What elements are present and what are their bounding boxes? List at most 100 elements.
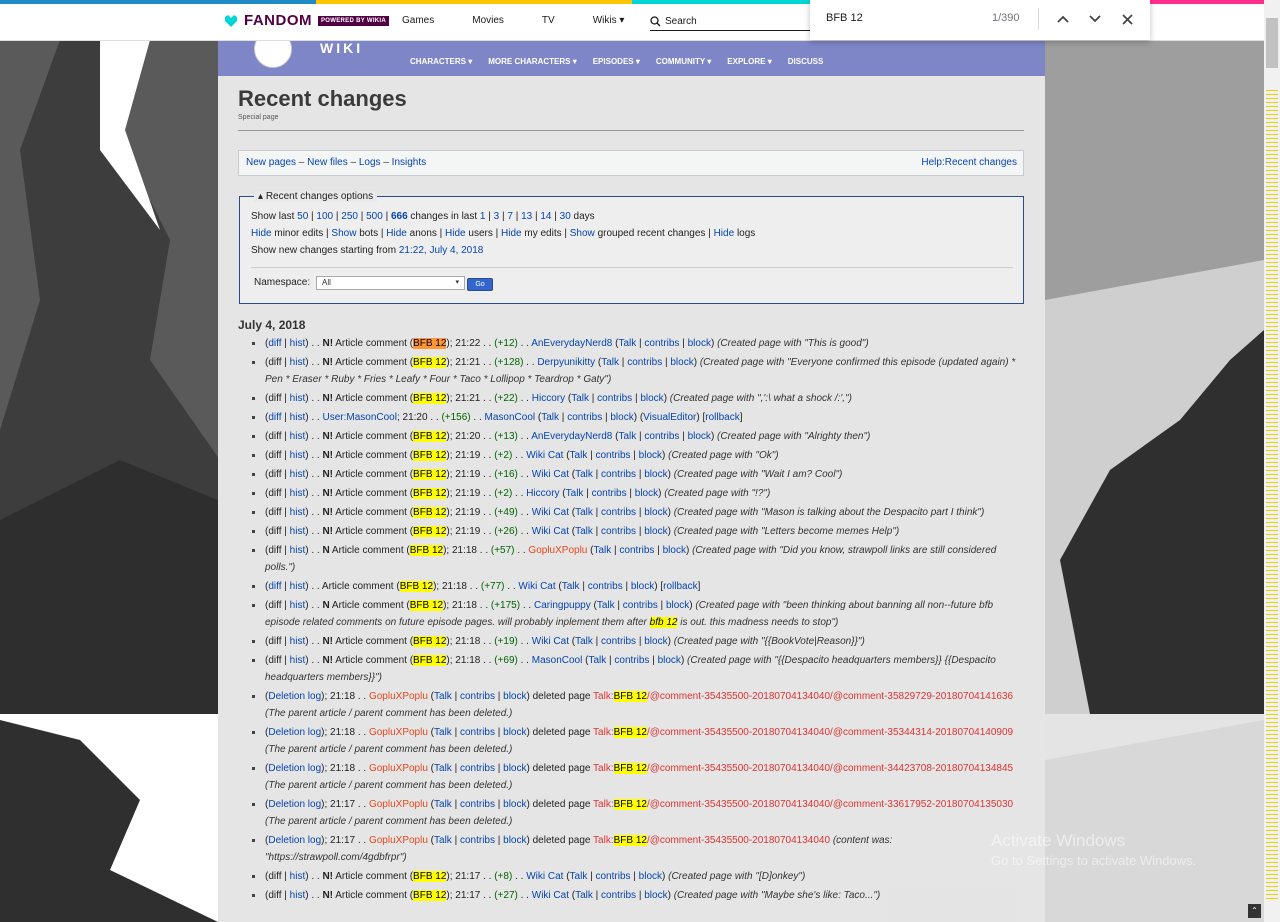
page-subtitle: Special page — [238, 114, 279, 121]
user-link[interactable]: MasonCool — [485, 412, 536, 423]
nav-games[interactable]: Games — [402, 15, 434, 26]
global-search-input[interactable]: Search — [650, 13, 820, 31]
list-item: (diff | hist) . . N! Article comment (BF… — [246, 504, 1026, 521]
days-7[interactable]: 7 — [507, 211, 513, 222]
diff-link[interactable]: diff — [268, 338, 281, 349]
user-link[interactable]: Hiccory — [532, 393, 565, 404]
wiki-nav-explore[interactable]: EXPLORE ▾ — [727, 57, 771, 66]
user-link[interactable]: Wiki Cat — [532, 636, 569, 647]
user-link[interactable]: Derpyunikitty — [537, 357, 595, 368]
fandom-heart-icon — [225, 14, 237, 27]
day-heading: July 4, 2018 — [238, 318, 306, 332]
limit-250[interactable]: 250 — [341, 211, 358, 222]
user-link[interactable]: Wiki Cat — [518, 581, 555, 592]
contribs-link[interactable]: contribs — [627, 357, 662, 368]
wiki-nav-characters[interactable]: CHARACTERS ▾ — [410, 57, 472, 66]
starting-from-link[interactable]: 21:22, July 4, 2018 — [399, 245, 484, 256]
fandom-logo[interactable]: FANDOM POWERED BY WIKIA — [224, 12, 390, 29]
wiki-nav-discuss[interactable]: DISCUSS — [788, 57, 824, 66]
hist-link[interactable]: hist — [290, 357, 306, 368]
toggle-my-edits[interactable]: Hide — [501, 228, 522, 239]
namespace-select[interactable]: All ▾ — [316, 276, 465, 290]
windows-activation-watermark: Activate Windows Go to Settings to activ… — [991, 831, 1196, 868]
wiki-nav-more-characters[interactable]: MORE CHARACTERS ▾ — [488, 57, 576, 66]
user-link[interactable]: MasonCool — [532, 655, 583, 666]
talk-link[interactable]: Talk — [601, 357, 619, 368]
limit-100[interactable]: 100 — [316, 211, 333, 222]
nav-wikis-dropdown[interactable]: Wikis ▾ — [593, 15, 625, 26]
user-link[interactable]: Wiki Cat — [532, 469, 569, 480]
namespace-go-button[interactable]: Go — [467, 278, 493, 291]
nav-tv[interactable]: TV — [542, 15, 555, 26]
toggle-bots[interactable]: Show — [331, 228, 356, 239]
page-link[interactable]: User:MasonCool — [322, 412, 396, 423]
user-link[interactable]: Wiki Cat — [526, 450, 563, 461]
options-limit-row: Show last 50 | 100 | 250 | 500 | 666 cha… — [251, 211, 595, 222]
wiki-nav-community[interactable]: COMMUNITY ▾ — [656, 57, 711, 66]
wiki-header: WIKI CHARACTERS ▾ MORE CHARACTERS ▾ EPIS… — [218, 30, 1045, 76]
link-insights[interactable]: Insights — [392, 157, 426, 168]
link-new-files[interactable]: New files — [307, 157, 348, 168]
days-13[interactable]: 13 — [521, 211, 532, 222]
link-new-pages[interactable]: New pages — [246, 157, 296, 168]
user-link[interactable]: Wiki Cat — [532, 507, 569, 518]
toggle-grouped[interactable]: Show — [570, 228, 595, 239]
fandom-wordmark: FANDOM — [244, 12, 312, 29]
link-logs[interactable]: Logs — [359, 157, 381, 168]
find-next-button[interactable] — [1086, 10, 1104, 28]
hist-link[interactable]: hist — [290, 393, 306, 404]
toggle-users[interactable]: Hide — [445, 228, 466, 239]
wiki-wordmark[interactable]: WIKI — [320, 40, 363, 56]
recent-changes-options: ▴ Recent changes options Show last 50 | … — [239, 191, 1024, 304]
toggle-anons[interactable]: Hide — [386, 228, 407, 239]
user-link[interactable]: AnEverydayNerd8 — [531, 338, 612, 349]
list-item: (diff | hist) . . User:MasonCool; 21:20 … — [246, 409, 1026, 426]
powered-by-wikia: POWERED BY WIKIA — [318, 15, 390, 26]
changes-list: (diff | hist) . . N! Article comment (BF… — [246, 335, 1026, 906]
block-link[interactable]: block — [688, 338, 711, 349]
user-link[interactable]: AnEverydayNerd8 — [531, 431, 612, 442]
days-3[interactable]: 3 — [494, 211, 500, 222]
user-link[interactable]: Wiki Cat — [526, 871, 563, 882]
list-item: (diff | hist) . . N! Article comment (BF… — [246, 447, 1026, 464]
talk-link[interactable]: Talk — [618, 338, 636, 349]
options-legend[interactable]: ▴ Recent changes options — [254, 191, 378, 202]
toggle-minor[interactable]: Hide — [251, 228, 272, 239]
find-match-markers — [1266, 90, 1278, 900]
toggle-logs[interactable]: Hide — [714, 228, 735, 239]
block-link[interactable]: block — [670, 357, 693, 368]
wiki-nav-episodes[interactable]: EPISODES ▾ — [593, 57, 640, 66]
days-1[interactable]: 1 — [480, 211, 486, 222]
scrollbar-thumb[interactable] — [1266, 18, 1278, 68]
link-help[interactable]: Help:Recent changes — [921, 157, 1017, 168]
user-link[interactable]: GopluXPoplu — [528, 545, 587, 556]
page-scrollbar[interactable] — [1264, 0, 1280, 922]
rollback-link[interactable]: rollback — [705, 412, 739, 423]
title-divider — [238, 130, 1024, 131]
scroll-to-top-button[interactable]: ⌃ — [1248, 904, 1261, 918]
days-30[interactable]: 30 — [560, 211, 571, 222]
user-link[interactable]: Wiki Cat — [532, 890, 569, 901]
hist-link[interactable]: hist — [290, 338, 306, 349]
limit-50[interactable]: 50 — [297, 211, 308, 222]
find-close-button[interactable] — [1118, 10, 1136, 28]
limit-666[interactable]: 666 — [391, 211, 408, 222]
search-highlight: BFB 12 — [413, 357, 447, 368]
user-link[interactable]: Wiki Cat — [532, 526, 569, 537]
days-14[interactable]: 14 — [540, 211, 551, 222]
nav-movies[interactable]: Movies — [472, 15, 504, 26]
list-item: (Deletion log); 21:17 . . GopluXPoplu (T… — [246, 832, 1026, 866]
find-previous-button[interactable] — [1054, 10, 1072, 28]
list-item: (diff | hist) . . N! Article comment (BF… — [246, 485, 1026, 502]
list-item: (diff | hist) . . N! Article comment (BF… — [246, 887, 1026, 904]
user-link[interactable]: Hiccory — [526, 488, 559, 499]
global-nav-links: Games Movies TV Wikis ▾ — [402, 15, 662, 26]
limit-500[interactable]: 500 — [366, 211, 383, 222]
list-item: (Deletion log); 21:18 . . GopluXPoplu (T… — [246, 688, 1026, 722]
list-item: (Deletion log); 21:17 . . GopluXPoplu (T… — [246, 796, 1026, 830]
find-query-input[interactable]: BFB 12 — [826, 12, 863, 24]
contribs-link[interactable]: contribs — [644, 338, 679, 349]
user-link[interactable]: Caringpuppy — [534, 600, 591, 611]
search-placeholder: Search — [665, 16, 697, 27]
list-item: (Deletion log); 21:18 . . GopluXPoplu (T… — [246, 724, 1026, 758]
